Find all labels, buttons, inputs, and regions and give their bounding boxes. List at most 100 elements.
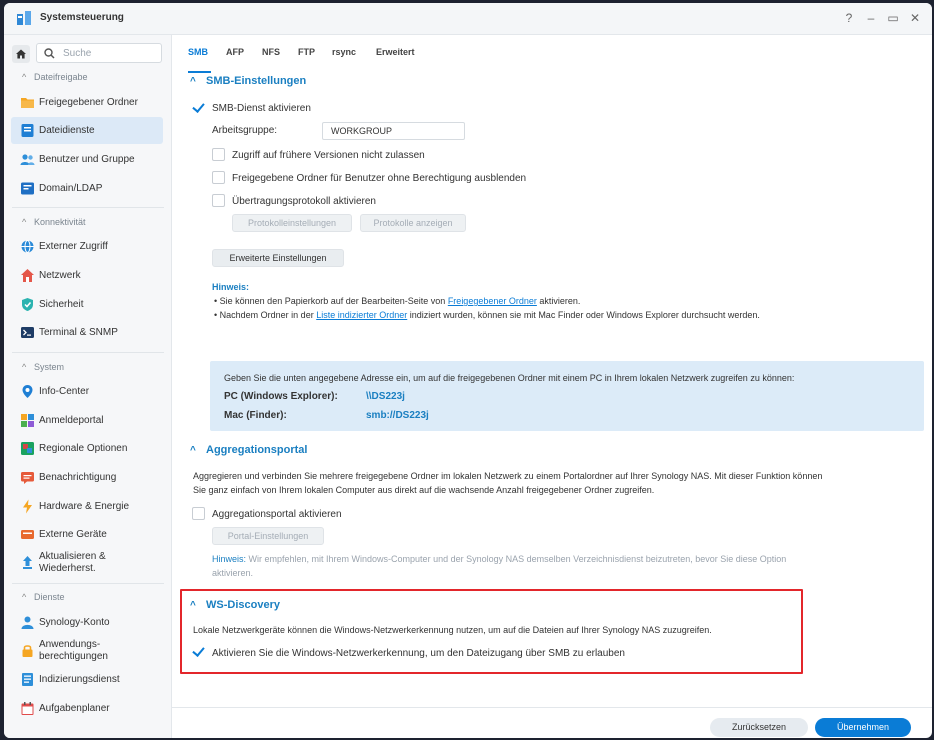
sidebar-item-external-access[interactable]: Externer Zugriff <box>11 233 163 260</box>
section-label: System <box>34 362 65 372</box>
shield-icon <box>22 298 33 311</box>
sidebar-item-label: Domain/LDAP <box>39 183 103 194</box>
sidebar-item-label: Freigegebener Ordner <box>39 97 138 108</box>
sidebar-item-indexing-service[interactable]: Indizierungsdienst <box>11 666 163 693</box>
sidebar-item-label: Synology-Konto <box>39 617 110 628</box>
ws-discovery-section-title[interactable]: ^ WS-Discovery <box>190 599 280 611</box>
hint-text: aktivieren. <box>212 568 254 578</box>
sidebar-item-app-permissions[interactable]: Anwendungs-berechtigungen <box>11 637 163 664</box>
hint-text: indiziert wurden, können sie mit Mac Fin… <box>407 310 760 320</box>
globe-icon <box>21 240 34 253</box>
section-label: Dienste <box>34 592 65 602</box>
sidebar-item-users-groups[interactable]: Benutzer und Gruppe <box>11 146 163 173</box>
sidebar-item-domain-ldap[interactable]: Domain/LDAP <box>11 175 163 202</box>
sidebar-item-label: Indizierungsdienst <box>39 674 120 685</box>
advanced-settings-button[interactable]: Erweiterte Einstellungen <box>212 249 344 267</box>
apply-button[interactable]: Übernehmen <box>815 718 911 737</box>
smb-enable-label: SMB-Dienst aktivieren <box>212 103 311 114</box>
aggregation-section-title[interactable]: ^ Aggregationsportal <box>190 444 307 456</box>
sidebar-item-external-devices[interactable]: Externe Geräte <box>11 521 163 548</box>
settings-panel: ^ SMB-Einstellungen SMB-Dienst aktivieren… <box>172 67 932 707</box>
section-title-text: SMB-Einstellungen <box>206 75 307 87</box>
sidebar-item-update-restore[interactable]: Aktualisieren & Wiederherst. <box>11 549 163 576</box>
control-panel-app-icon <box>17 11 31 25</box>
sidebar-item-terminal-snmp[interactable]: Terminal & SNMP <box>11 319 163 346</box>
sidebar-item-task-scheduler[interactable]: Aufgabenplaner <box>11 695 163 722</box>
sidebar-item-shared-folder[interactable]: Freigegebener Ordner <box>11 89 163 116</box>
hardware-icon <box>23 499 32 514</box>
reset-button[interactable]: Zurücksetzen <box>710 718 808 737</box>
home-icon[interactable] <box>12 45 30 63</box>
sidebar-item-file-services[interactable]: Dateidienste <box>11 117 163 144</box>
section-header-connectivity[interactable]: ^ Konnektivität <box>22 217 86 227</box>
sidebar-item-notification[interactable]: Benachrichtigung <box>11 464 163 491</box>
ws-discovery-enable-checkbox[interactable] <box>192 645 205 658</box>
sidebar-item-label: Dateidienste <box>39 125 95 136</box>
sidebar: ^ Dateifreigabe Freigegebener Ordner Date… <box>4 35 172 738</box>
mac-address-label: Mac (Finder): <box>224 410 287 421</box>
window-title: Systemsteuerung <box>40 12 124 23</box>
search-box[interactable] <box>36 43 162 63</box>
portal-settings-button[interactable]: Portal-Einstellungen <box>212 527 324 545</box>
pc-address-label: PC (Windows Explorer): <box>224 391 338 402</box>
sidebar-item-label: Benachrichtigung <box>39 472 117 483</box>
chevron-up-icon: ^ <box>190 445 196 456</box>
smb-section-title[interactable]: ^ SMB-Einstellungen <box>190 75 306 87</box>
sidebar-item-label: Benutzer und Gruppe <box>39 154 135 165</box>
folder-icon <box>21 98 34 108</box>
sidebar-item-synology-account[interactable]: Synology-Konto <box>11 609 163 636</box>
workgroup-input[interactable] <box>322 122 465 140</box>
hide-folders-checkbox[interactable] <box>212 171 225 184</box>
tab-advanced[interactable]: Erweitert <box>376 47 415 57</box>
sidebar-item-regional-options[interactable]: Regionale Optionen <box>11 435 163 462</box>
section-title-text: WS-Discovery <box>206 599 280 611</box>
sidebar-item-label: Aktualisieren & Wiederherst. <box>39 551 106 575</box>
close-button[interactable]: ✕ <box>908 11 922 25</box>
chevron-up-icon: ^ <box>190 76 196 87</box>
help-button[interactable]: ? <box>842 11 856 25</box>
smb-enable-checkbox[interactable] <box>192 101 205 114</box>
aggregation-description: Aggregieren und verbinden Sie mehrere fr… <box>193 469 928 497</box>
sidebar-item-hardware-power[interactable]: Hardware & Energie <box>11 493 163 520</box>
show-logs-button[interactable]: Protokolle anzeigen <box>360 214 466 232</box>
sidebar-item-login-portal[interactable]: Anmeldeportal <box>11 407 163 434</box>
chevron-up-icon: ^ <box>190 600 196 611</box>
main-content: SMB AFP NFS FTP rsync Erweitert ^ SMB-Ein… <box>172 35 932 738</box>
prev-versions-checkbox[interactable] <box>212 148 225 161</box>
log-settings-button[interactable]: Protokolleinstellungen <box>232 214 352 232</box>
tab-nfs[interactable]: NFS <box>262 47 280 57</box>
sidebar-divider <box>12 207 164 208</box>
aggregation-enable-checkbox[interactable] <box>192 507 205 520</box>
sidebar-item-label: Aufgabenplaner <box>39 703 110 714</box>
info-icon <box>22 385 33 398</box>
users-icon <box>20 154 35 165</box>
index-icon <box>22 673 33 686</box>
tab-rsync[interactable]: rsync <box>332 47 356 57</box>
search-input[interactable] <box>61 46 157 60</box>
chevron-up-icon: ^ <box>22 362 27 372</box>
section-header-services[interactable]: ^ Dienste <box>22 592 65 602</box>
sidebar-item-network[interactable]: Netzwerk <box>11 262 163 289</box>
section-header-system[interactable]: ^ System <box>22 362 64 372</box>
sidebar-item-security[interactable]: Sicherheit <box>11 291 163 318</box>
hint-text: • Nachdem Ordner in der <box>214 310 317 320</box>
hint-text: Wir empfehlen, mit Ihrem Windows-Compute… <box>246 554 787 564</box>
smb-hint-2: • Nachdem Ordner in der Liste indizierte… <box>214 310 760 320</box>
tab-ftp[interactable]: FTP <box>298 47 315 57</box>
minimize-button[interactable]: – <box>864 11 878 25</box>
section-header-file-sharing[interactable]: ^ Dateifreigabe <box>22 72 88 82</box>
section-label: Konnektivität <box>34 217 86 227</box>
sidebar-item-info-center[interactable]: Info-Center <box>11 378 163 405</box>
smb-hint-1: • Sie können den Papierkorb auf der Bear… <box>214 296 580 306</box>
network-icon <box>21 269 34 282</box>
tab-smb[interactable]: SMB <box>188 47 208 57</box>
notification-icon <box>21 472 34 484</box>
indexed-folders-link[interactable]: Liste indizierter Ordner <box>316 310 407 320</box>
file-services-icon <box>21 124 34 137</box>
transfer-log-label: Übertragungsprotokoll aktivieren <box>232 196 376 207</box>
tab-afp[interactable]: AFP <box>226 47 244 57</box>
transfer-log-checkbox[interactable] <box>212 194 225 207</box>
sidebar-divider <box>12 352 164 353</box>
maximize-button[interactable]: ▭ <box>886 11 900 25</box>
shared-folder-link[interactable]: Freigegebener Ordner <box>448 296 537 306</box>
